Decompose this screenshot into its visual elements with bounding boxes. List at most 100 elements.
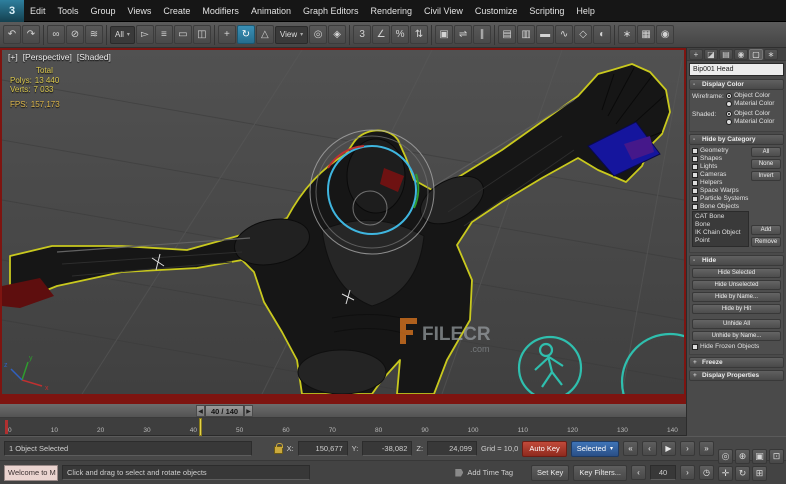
- viewport-general-menu[interactable]: [+]: [8, 52, 18, 62]
- previous-frame-arrow-icon[interactable]: ◀: [196, 405, 205, 417]
- ribbon-icon[interactable]: ▬: [536, 25, 555, 44]
- category-all-button[interactable]: All: [751, 147, 781, 157]
- percent-snap-icon[interactable]: %: [391, 25, 410, 44]
- frame-up-icon[interactable]: ›: [680, 465, 695, 480]
- align-icon[interactable]: ∥: [473, 25, 492, 44]
- category-particle-systems-checkbox[interactable]: Particle Systems: [692, 195, 749, 202]
- redo-icon[interactable]: ↷: [22, 25, 40, 44]
- reference-coordinate-system-dropdown[interactable]: View ▾: [274, 25, 309, 44]
- viewport-pov-menu[interactable]: [Perspective]: [23, 52, 72, 62]
- category-add-button[interactable]: Add: [751, 225, 781, 235]
- next-frame-arrow-icon[interactable]: ▶: [244, 405, 254, 417]
- current-frame-field[interactable]: 40: [650, 465, 676, 480]
- unhide-all-button[interactable]: Unhide All: [692, 319, 781, 329]
- category-space-warps-checkbox[interactable]: Space Warps: [692, 187, 749, 194]
- rectangular-selection-region-icon[interactable]: ▭: [173, 25, 192, 44]
- rendered-frame-icon[interactable]: ▦: [637, 25, 656, 44]
- category-shapes-checkbox[interactable]: Shapes: [692, 155, 749, 162]
- set-key-button[interactable]: Set Key: [531, 464, 570, 481]
- category-geometry-checkbox[interactable]: Geometry: [692, 147, 749, 154]
- spinner-snap-icon[interactable]: ⇅: [410, 25, 429, 44]
- menu-animation[interactable]: Animation: [245, 0, 297, 22]
- y-coordinate-field[interactable]: -38,082: [362, 441, 413, 456]
- display-tab[interactable]: ▢: [749, 48, 763, 60]
- select-and-link-icon[interactable]: ∞: [47, 25, 65, 44]
- use-pivot-center-icon[interactable]: ◎: [309, 25, 328, 44]
- layer-explorer-icon[interactable]: ▥: [517, 25, 536, 44]
- hierarchy-tab[interactable]: ▤: [719, 48, 733, 60]
- category-remove-button[interactable]: Remove: [751, 237, 781, 247]
- rollout-display-color[interactable]: - Display Color: [689, 79, 784, 90]
- bind-to-space-warp-icon[interactable]: ≋: [85, 25, 103, 44]
- next-frame-icon[interactable]: ›: [680, 441, 695, 456]
- select-object-icon[interactable]: ▻: [135, 25, 154, 44]
- zoom-all-icon[interactable]: ⊕: [735, 449, 750, 464]
- unhide-by-name-button[interactable]: Unhide by Name...: [692, 331, 781, 341]
- key-mode-dropdown[interactable]: Selected ▾: [570, 440, 619, 457]
- auto-key-button[interactable]: Auto Key: [522, 440, 567, 457]
- create-tab[interactable]: +: [689, 48, 703, 60]
- frame-down-icon[interactable]: ‹: [631, 465, 646, 480]
- modify-tab[interactable]: ◪: [704, 48, 718, 60]
- go-to-end-icon[interactable]: »: [699, 441, 714, 456]
- welcome-window-fragment[interactable]: Welcome to M: [4, 464, 58, 481]
- hide-by-name-button[interactable]: Hide by Name...: [692, 292, 781, 302]
- category-bone-objects-checkbox[interactable]: Bone Objects: [692, 203, 749, 210]
- category-lights-checkbox[interactable]: Lights: [692, 163, 749, 170]
- snap-toggle-icon[interactable]: 3: [353, 25, 372, 44]
- menu-scripting[interactable]: Scripting: [523, 0, 570, 22]
- zoom-extents-icon[interactable]: ▣: [752, 449, 767, 464]
- window-crossing-icon[interactable]: ◫: [192, 25, 211, 44]
- selection-filter-dropdown[interactable]: All ▾: [110, 25, 135, 44]
- track-bar[interactable]: 0 10 20 30 40 50 60 70 80 90 100 110 120 130 140: [0, 418, 686, 436]
- named-selection-sets-icon[interactable]: ▣: [435, 25, 454, 44]
- menu-modifiers[interactable]: Modifiers: [196, 0, 245, 22]
- zoom-region-icon[interactable]: ⊡: [769, 449, 784, 464]
- select-and-manipulate-icon[interactable]: ◈: [328, 25, 347, 44]
- list-item[interactable]: IK Chain Object: [695, 229, 746, 237]
- pan-icon[interactable]: ✛: [718, 466, 733, 481]
- unlink-selection-icon[interactable]: ⊘: [66, 25, 84, 44]
- selection-lock-icon[interactable]: [273, 443, 283, 454]
- undo-icon[interactable]: ↶: [3, 25, 21, 44]
- menu-create[interactable]: Create: [157, 0, 196, 22]
- list-item[interactable]: Bone: [695, 221, 746, 229]
- select-and-scale-icon[interactable]: △: [255, 25, 274, 44]
- time-slider[interactable]: ◀ 40 / 140 ▶: [0, 404, 686, 418]
- key-filters-button[interactable]: Key Filters...: [573, 464, 627, 481]
- maximize-viewport-icon[interactable]: ⊞: [752, 466, 767, 481]
- category-cameras-checkbox[interactable]: Cameras: [692, 171, 749, 178]
- menu-group[interactable]: Group: [85, 0, 122, 22]
- hide-by-hit-button[interactable]: Hide by Hit: [692, 304, 781, 314]
- schematic-view-icon[interactable]: ◇: [574, 25, 593, 44]
- time-slider-frame-label[interactable]: 40 / 140: [205, 405, 245, 417]
- x-coordinate-field[interactable]: 150,677: [297, 441, 348, 456]
- category-invert-button[interactable]: Invert: [751, 171, 781, 181]
- time-configuration-icon[interactable]: ◷: [699, 465, 714, 480]
- category-helpers-checkbox[interactable]: Helpers: [692, 179, 749, 186]
- shaded-material-color-radio[interactable]: Material Color: [726, 118, 774, 125]
- render-setup-icon[interactable]: ∗: [618, 25, 637, 44]
- menu-edit[interactable]: Edit: [24, 0, 52, 22]
- motion-tab[interactable]: ◉: [734, 48, 748, 60]
- menu-views[interactable]: Views: [122, 0, 158, 22]
- viewport-canvas[interactable]: FILECR .com x y z: [2, 50, 684, 394]
- rollout-freeze[interactable]: + Freeze: [689, 357, 784, 368]
- angle-snap-icon[interactable]: ∠: [372, 25, 391, 44]
- hide-unselected-button[interactable]: Hide Unselected: [692, 280, 781, 290]
- time-slider-handle[interactable]: ◀ 40 / 140 ▶: [196, 405, 254, 417]
- curve-editor-icon[interactable]: ∿: [555, 25, 574, 44]
- select-by-name-icon[interactable]: ≡: [154, 25, 173, 44]
- menu-graph-editors[interactable]: Graph Editors: [297, 0, 365, 22]
- list-item[interactable]: Point: [695, 237, 746, 245]
- menu-tools[interactable]: Tools: [52, 0, 85, 22]
- category-none-button[interactable]: None: [751, 159, 781, 169]
- previous-frame-icon[interactable]: ‹: [642, 441, 657, 456]
- menu-civil-view[interactable]: Civil View: [418, 0, 469, 22]
- menu-help[interactable]: Help: [570, 0, 601, 22]
- shaded-object-color-radio[interactable]: Object Color: [726, 110, 774, 117]
- select-and-move-icon[interactable]: +: [217, 25, 236, 44]
- scene-explorer-icon[interactable]: ▤: [498, 25, 517, 44]
- rollout-hide[interactable]: - Hide: [689, 255, 784, 266]
- perspective-viewport[interactable]: FILECR .com x y z [+] [Perspective] [Sha…: [0, 48, 686, 396]
